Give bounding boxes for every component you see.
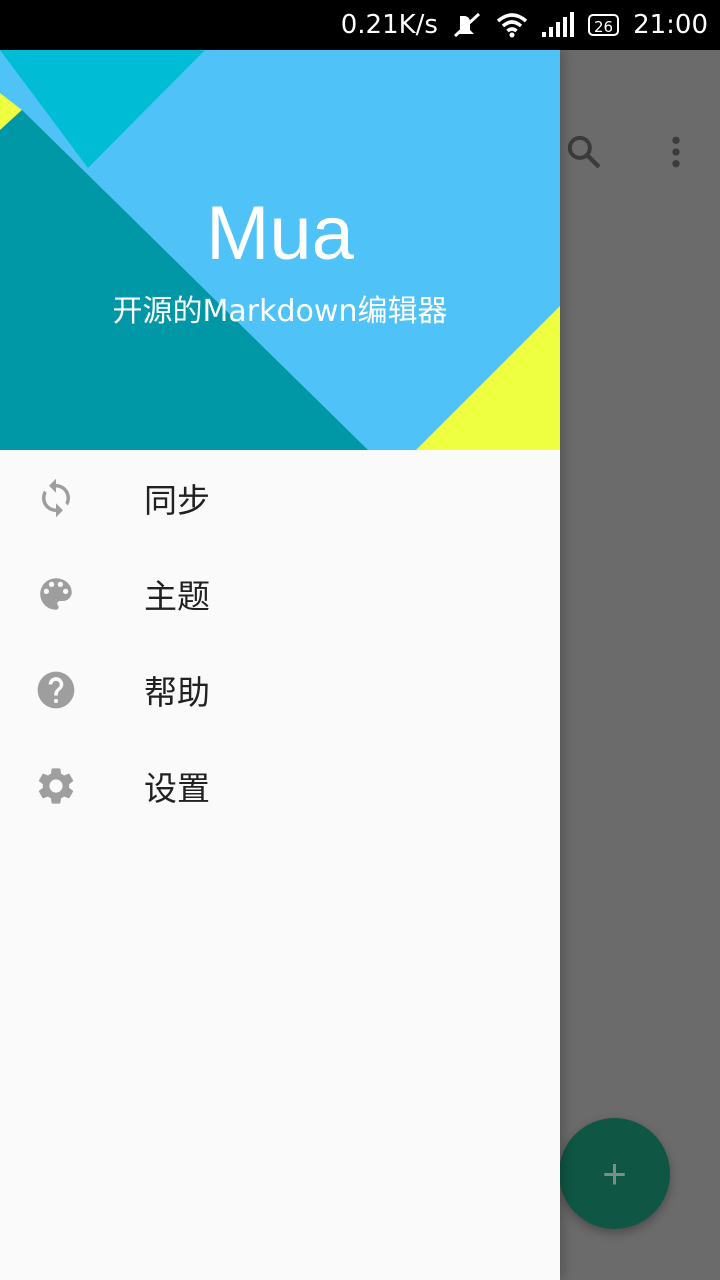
network-speed: 0.21K/s <box>340 10 438 40</box>
palette-icon <box>0 573 112 615</box>
help-icon <box>0 668 112 712</box>
add-icon: + <box>602 1149 627 1197</box>
menu-item-theme[interactable]: 主题 <box>0 546 560 642</box>
mute-icon <box>453 12 480 38</box>
more-vert-icon <box>672 136 680 168</box>
wifi-icon <box>496 13 528 38</box>
menu-item-label: 同步 <box>144 481 210 520</box>
menu-item-sync[interactable]: 同步 <box>0 450 560 546</box>
app-subtitle: 开源的Markdown编辑器 <box>112 294 448 329</box>
sync-icon <box>0 477 112 519</box>
app-name: Mua <box>206 191 354 276</box>
drawer-menu: 同步 主题 帮助 设置 <box>0 450 560 834</box>
menu-item-settings[interactable]: 设置 <box>0 738 560 834</box>
battery-icon: 26 <box>587 14 620 36</box>
search-icon <box>567 135 601 169</box>
menu-item-label: 设置 <box>144 769 210 808</box>
menu-item-help[interactable]: 帮助 <box>0 642 560 738</box>
clock: 21:00 <box>633 10 708 40</box>
menu-item-label: 主题 <box>144 577 210 616</box>
menu-item-label: 帮助 <box>144 673 210 712</box>
status-bar: 0.21K/s 26 21:00 <box>0 0 720 50</box>
drawer-header: Mua 开源的Markdown编辑器 <box>0 50 560 450</box>
add-fab-button[interactable]: + <box>559 1118 670 1229</box>
settings-icon <box>0 764 112 808</box>
navigation-drawer: Mua 开源的Markdown编辑器 同步 主题 帮助 设置 <box>0 50 560 1280</box>
signal-icon <box>541 12 574 37</box>
